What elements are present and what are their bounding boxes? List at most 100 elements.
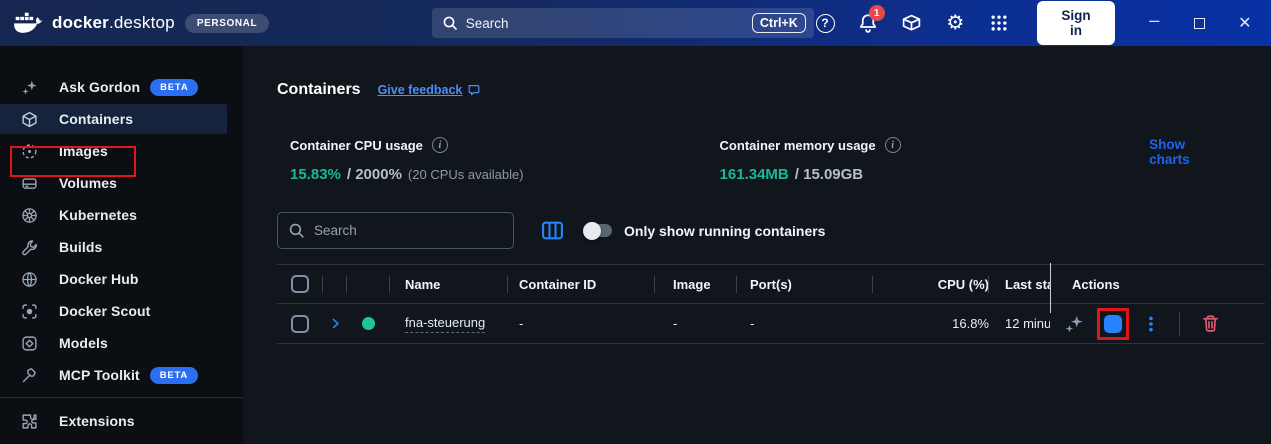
column-header-ports[interactable]: Port(s) bbox=[737, 265, 873, 303]
sidebar-item-models[interactable]: Models bbox=[0, 328, 243, 358]
learning-center-button[interactable] bbox=[901, 11, 923, 35]
column-header-container-id[interactable]: Container ID bbox=[508, 265, 655, 303]
containers-table: Name Container ID Image Port(s) CPU (%) … bbox=[277, 264, 1265, 344]
cpu-used-value: 15.83% bbox=[290, 166, 341, 183]
container-search-input[interactable] bbox=[314, 223, 503, 238]
notification-count-badge: 1 bbox=[869, 5, 885, 21]
help-button[interactable]: ? bbox=[814, 11, 836, 35]
feedback-bubble-icon bbox=[467, 83, 481, 97]
containers-icon bbox=[21, 111, 38, 128]
ports-cell: - bbox=[737, 304, 873, 343]
row-checkbox[interactable] bbox=[291, 315, 309, 333]
column-header-name[interactable]: Name bbox=[390, 265, 508, 303]
search-icon bbox=[442, 15, 458, 31]
container-id-cell: - bbox=[508, 304, 655, 343]
give-feedback-link[interactable]: Give feedback bbox=[378, 83, 482, 97]
show-charts-link[interactable]: Show charts bbox=[1149, 137, 1222, 167]
column-header-cpu[interactable]: CPU (%) bbox=[873, 265, 989, 303]
more-actions-button[interactable] bbox=[1142, 315, 1160, 333]
memory-usage-label: Container memory usage bbox=[720, 138, 876, 153]
expand-row-chevron-icon[interactable] bbox=[329, 317, 342, 330]
sidebar-item-docker-scout[interactable]: Docker Scout bbox=[0, 296, 243, 326]
sidebar-item-kubernetes[interactable]: Kubernetes bbox=[0, 200, 243, 230]
image-cell: - bbox=[655, 304, 737, 343]
resource-stats: Container CPU usage i 15.83% / 2000% (20… bbox=[277, 137, 1271, 185]
memory-usage-block: Container memory usage i 161.34MB / 15.0… bbox=[720, 137, 1150, 185]
sidebar-item-extensions[interactable]: Extensions bbox=[0, 406, 243, 436]
sidebar-divider bbox=[0, 397, 243, 398]
extensions-icon bbox=[21, 413, 38, 430]
docker-hub-icon bbox=[21, 271, 38, 288]
memory-used-value: 161.34MB bbox=[720, 166, 789, 183]
sidebar-item-label: Ask Gordon bbox=[59, 79, 140, 95]
sidebar-item-mcp-toolkit[interactable]: MCP Toolkit BETA bbox=[0, 360, 243, 390]
sidebar-item-containers[interactable]: Containers bbox=[0, 104, 227, 134]
column-header-last-started[interactable]: Last sta bbox=[989, 265, 1050, 303]
select-all-checkbox[interactable] bbox=[291, 275, 309, 293]
docker-brand: docker.desktop bbox=[14, 12, 175, 35]
sidebar-item-label: Volumes bbox=[59, 175, 117, 191]
window-maximize-button[interactable] bbox=[1187, 10, 1211, 36]
sidebar-item-label: Images bbox=[59, 143, 108, 159]
column-header-image[interactable]: Image bbox=[655, 265, 737, 303]
docker-desktop-window: docker.desktop PERSONAL Search Ctrl+K ? bbox=[0, 0, 1271, 444]
running-status-dot bbox=[362, 317, 375, 330]
mcp-toolkit-icon bbox=[21, 367, 38, 384]
stop-container-button[interactable] bbox=[1104, 315, 1122, 333]
sidebar-item-docker-hub[interactable]: Docker Hub bbox=[0, 264, 243, 294]
settings-button[interactable]: ⚙ bbox=[944, 11, 966, 35]
container-name-link[interactable]: fna-steuerung bbox=[405, 315, 485, 333]
column-header-actions: Actions bbox=[1050, 265, 1265, 303]
sidebar-item-images[interactable]: Images bbox=[0, 136, 243, 166]
help-icon: ? bbox=[816, 14, 835, 33]
window-minimize-button[interactable]: – bbox=[1142, 10, 1166, 36]
column-settings-button[interactable] bbox=[541, 219, 564, 242]
table-row: fna-steuerung - - - 16.8% 12 minu bbox=[277, 304, 1265, 344]
sparkles-icon bbox=[21, 79, 38, 96]
notifications-button[interactable]: 1 bbox=[857, 11, 879, 35]
last-started-cell: 12 minu bbox=[989, 304, 1050, 343]
container-search-field[interactable] bbox=[277, 212, 514, 249]
builds-icon bbox=[21, 239, 38, 256]
sidebar-item-builds[interactable]: Builds bbox=[0, 232, 243, 262]
running-only-label: Only show running containers bbox=[624, 223, 825, 239]
beta-badge: BETA bbox=[150, 79, 198, 96]
kubernetes-icon bbox=[21, 207, 38, 224]
beta-badge: BETA bbox=[150, 367, 198, 384]
memory-total-value: / 15.09GB bbox=[795, 166, 863, 183]
window-close-button[interactable]: ✕ bbox=[1233, 10, 1257, 36]
brand-wordmark: docker.desktop bbox=[52, 13, 175, 33]
sidebar-item-label: MCP Toolkit bbox=[59, 367, 140, 383]
plan-badge[interactable]: PERSONAL bbox=[185, 14, 269, 33]
cpu-total-value: / 2000% bbox=[347, 166, 402, 183]
cpu-available-note: (20 CPUs available) bbox=[408, 167, 524, 182]
global-search-box[interactable]: Search Ctrl+K bbox=[432, 8, 814, 38]
sidebar-item-label: Builds bbox=[59, 239, 102, 255]
containers-page: Containers Give feedback Container CPU u… bbox=[243, 46, 1271, 444]
apps-grid-button[interactable] bbox=[988, 11, 1010, 35]
sidebar-item-volumes[interactable]: Volumes bbox=[0, 168, 243, 198]
sidebar-item-ask-gordon[interactable]: Ask Gordon BETA bbox=[0, 72, 243, 102]
table-header-row: Name Container ID Image Port(s) CPU (%) … bbox=[277, 264, 1265, 304]
info-icon[interactable]: i bbox=[432, 137, 448, 153]
grid-icon bbox=[990, 14, 1008, 32]
sign-in-button[interactable]: Sign in bbox=[1037, 1, 1115, 45]
cpu-usage-block: Container CPU usage i 15.83% / 2000% (20… bbox=[290, 137, 720, 185]
learning-center-icon bbox=[901, 13, 922, 34]
sidebar-item-label: Extensions bbox=[59, 413, 135, 429]
ask-gordon-action-icon[interactable] bbox=[1064, 314, 1084, 334]
annotation-stop-button-highlight bbox=[1097, 308, 1129, 340]
give-feedback-label: Give feedback bbox=[378, 83, 463, 97]
running-only-toggle[interactable] bbox=[585, 224, 612, 237]
titlebar: docker.desktop PERSONAL Search Ctrl+K ? bbox=[0, 0, 1271, 46]
sidebar: Ask Gordon BETA Containers bbox=[0, 46, 243, 444]
images-icon bbox=[21, 143, 38, 160]
column-resize-separator[interactable] bbox=[1050, 263, 1051, 313]
search-shortcut-kbd: Ctrl+K bbox=[752, 13, 806, 33]
sidebar-item-label: Docker Hub bbox=[59, 271, 139, 287]
info-icon[interactable]: i bbox=[885, 137, 901, 153]
cpu-usage-label: Container CPU usage bbox=[290, 138, 423, 153]
gear-icon: ⚙ bbox=[946, 13, 964, 33]
sidebar-item-label: Models bbox=[59, 335, 108, 351]
delete-container-button[interactable] bbox=[1201, 314, 1220, 333]
